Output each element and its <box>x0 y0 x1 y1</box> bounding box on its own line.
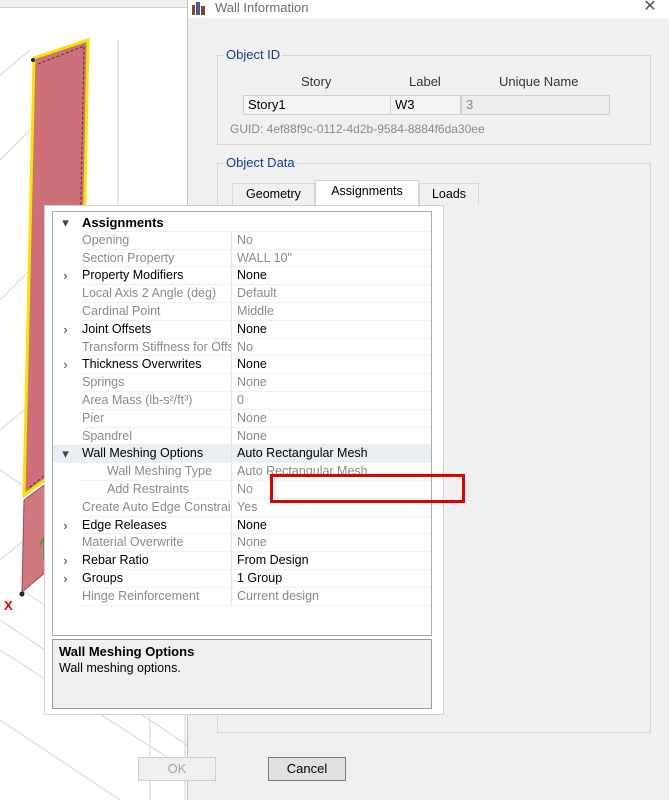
grid-property-row[interactable]: Springs None <box>53 374 431 392</box>
chevron-right-icon[interactable]: › <box>53 570 78 587</box>
story-field: Story1 <box>243 95 391 115</box>
property-name: Transform Stiffness for Offsets <box>82 338 232 356</box>
property-value: Default <box>237 286 277 301</box>
property-value: No <box>237 232 253 247</box>
grid-property-row[interactable]: › Joint Offsets None <box>53 320 431 339</box>
property-name: Add Restraints <box>82 481 232 498</box>
property-name: Create Auto Edge Constraints <box>82 498 232 516</box>
property-name: Edge Releases <box>82 516 232 534</box>
grid-property-row[interactable]: Area Mass (lb-s²/ft³) 0 <box>53 392 431 410</box>
grid-property-row[interactable]: Hinge Reinforcement Current design <box>53 587 431 606</box>
property-name: Pier <box>82 409 232 427</box>
story-header: Story <box>301 74 332 89</box>
description-panel: Wall Meshing Options Wall meshing option… <box>52 639 432 709</box>
tab-assignments[interactable]: Assignments <box>315 180 419 205</box>
object-id-group-title: Object ID <box>224 47 283 63</box>
property-value: Yes <box>237 499 258 514</box>
property-value: None <box>237 375 267 390</box>
property-value: None <box>237 410 267 425</box>
grid-property-row[interactable]: › Rebar Ratio From Design <box>53 552 431 570</box>
close-icon: ✕ <box>643 0 657 15</box>
grid-property-row[interactable]: Transform Stiffness for Offsets No <box>53 338 431 357</box>
grid-property-row[interactable]: Local Axis 2 Angle (deg) Default <box>53 285 431 303</box>
unique-name-header: Unique Name <box>499 74 579 89</box>
property-name: Section Property <box>82 249 232 267</box>
grid-property-row[interactable]: Opening No <box>53 231 431 250</box>
row-separator <box>82 604 431 606</box>
grid-property-row[interactable]: Spandrel None <box>53 427 431 446</box>
property-value: No <box>237 482 253 496</box>
property-name: Assignments <box>82 215 164 230</box>
window-title: Wall Information <box>215 0 309 15</box>
property-name: Springs <box>82 374 232 392</box>
label-header: Label <box>409 74 441 89</box>
ok-button[interactable]: OK <box>138 757 216 781</box>
tab-geometry[interactable]: Geometry <box>232 183 315 205</box>
property-name: Property Modifiers <box>82 267 232 285</box>
chevron-right-icon[interactable]: › <box>53 517 78 534</box>
tab-loads[interactable]: Loads <box>419 183 479 205</box>
property-value[interactable]: None <box>237 517 427 534</box>
grid-category-row[interactable]: ▾ Assignments <box>53 214 431 232</box>
grid-property-row[interactable]: › Edge Releases None <box>53 516 431 535</box>
property-name: Groups <box>82 570 232 587</box>
grid-property-row[interactable]: › Thickness Overwrites None <box>53 356 431 375</box>
description-text: Wall meshing options. <box>59 661 181 675</box>
description-title: Wall Meshing Options <box>59 644 195 659</box>
property-name: Opening <box>82 231 232 249</box>
property-value: Current design <box>237 588 319 603</box>
property-name: Hinge Reinforcement <box>82 587 232 605</box>
property-name: Joint Offsets <box>82 320 232 338</box>
app-building-icon <box>192 2 205 15</box>
property-value: No <box>237 339 253 354</box>
chevron-right-icon[interactable]: › <box>53 321 78 338</box>
close-button[interactable]: ✕ <box>642 0 658 16</box>
property-value: WALL 10" <box>237 250 292 265</box>
grid-property-row[interactable]: › Property Modifiers None <box>53 267 431 286</box>
chevron-right-icon[interactable]: › <box>53 267 78 284</box>
grid-property-row[interactable]: Add Restraints No <box>53 481 431 499</box>
property-name: Thickness Overwrites <box>82 356 232 374</box>
chevron-right-icon[interactable]: › <box>53 356 78 373</box>
unique-name-field: 3 <box>461 95 610 115</box>
chevron-right-icon[interactable]: › <box>53 552 78 569</box>
property-name: Wall Meshing Type <box>82 463 232 481</box>
property-name: Local Axis 2 Angle (deg) <box>82 285 232 303</box>
property-name: Cardinal Point <box>82 303 232 320</box>
property-value[interactable]: None <box>237 356 427 373</box>
label-field: W3 <box>390 95 461 115</box>
property-value[interactable]: 1 Group <box>237 570 427 587</box>
property-value: None <box>237 535 267 550</box>
property-name: Material Overwrite <box>82 534 232 552</box>
property-value: Auto Rectangular Mesh <box>237 464 368 479</box>
guid-text: GUID: 4ef88f9c-0112-4d2b-9584-8884f6da30… <box>230 122 485 136</box>
property-value[interactable]: Auto Rectangular Mesh <box>237 445 427 462</box>
property-value: Middle <box>237 304 274 318</box>
grid-property-row[interactable]: Cardinal Point Middle <box>53 303 431 321</box>
object-id-group: Object ID Story Label Unique Name Story1… <box>217 47 651 145</box>
property-value: None <box>237 428 267 443</box>
property-name: Area Mass (lb-s²/ft³) <box>82 392 232 409</box>
grid-property-row[interactable]: Wall Meshing Type Auto Rectangular Mesh <box>53 463 431 481</box>
chevron-down-icon[interactable]: ▾ <box>53 214 78 231</box>
grid-property-row[interactable]: Pier None <box>53 409 431 428</box>
cancel-button[interactable]: Cancel <box>268 757 346 781</box>
grid-property-row[interactable]: Section Property WALL 10" <box>53 249 431 268</box>
property-name: Rebar Ratio <box>82 552 232 570</box>
property-value[interactable]: From Design <box>237 552 427 569</box>
chevron-down-icon[interactable]: ▾ <box>53 445 78 462</box>
property-name: Spandrel <box>82 427 232 445</box>
property-value: 0 <box>237 393 244 407</box>
grid-property-row[interactable]: ▾ Wall Meshing Options Auto Rectangular Me… <box>53 445 431 464</box>
property-value[interactable]: None <box>237 321 427 338</box>
grid-property-row[interactable]: Material Overwrite None <box>53 534 431 553</box>
grid-property-row[interactable]: › Groups 1 Group <box>53 570 431 588</box>
property-grid[interactable]: ▾ Assignments Opening No Section Property WAL… <box>52 211 432 636</box>
grid-property-row[interactable]: Create Auto Edge Constraints Yes <box>53 498 431 517</box>
property-name: Wall Meshing Options <box>82 445 232 463</box>
title-bar[interactable]: Wall Information ✕ <box>188 0 669 18</box>
axis-x-label: X <box>4 598 13 613</box>
object-data-group-title: Object Data <box>224 155 297 171</box>
property-value[interactable]: None <box>237 267 427 284</box>
